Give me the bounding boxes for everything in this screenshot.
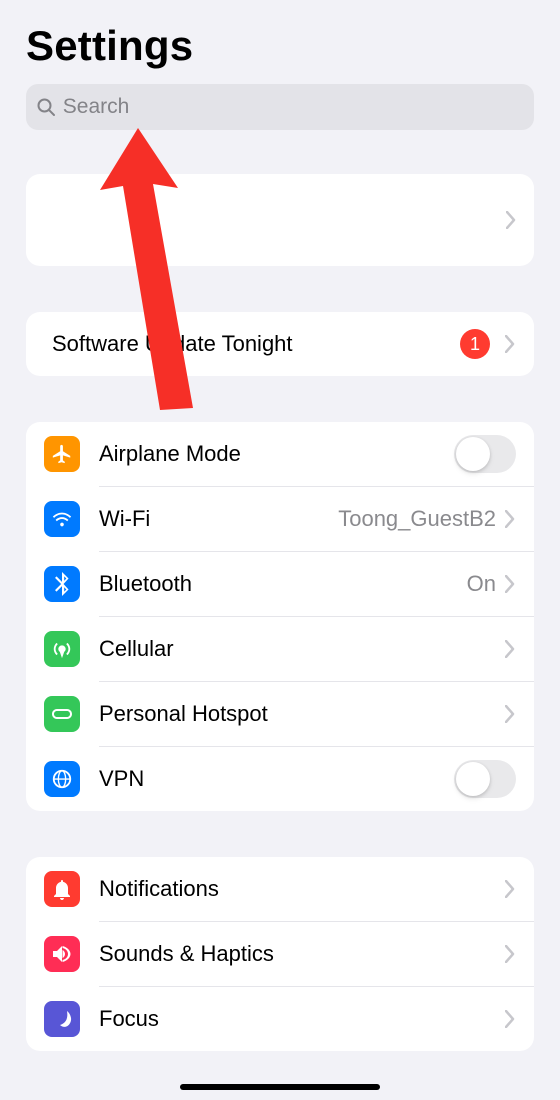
sounds-icon <box>44 936 80 972</box>
wifi-icon <box>44 501 80 537</box>
chevron-right-icon <box>504 509 516 529</box>
wifi-row[interactable]: Wi-Fi Toong_GuestB2 <box>26 487 534 551</box>
search-icon <box>36 96 57 118</box>
vpn-icon <box>44 761 80 797</box>
cellular-row[interactable]: Cellular <box>26 617 534 681</box>
chevron-right-icon <box>504 879 516 899</box>
bluetooth-icon <box>44 566 80 602</box>
focus-icon <box>44 1001 80 1037</box>
wifi-label: Wi-Fi <box>99 506 338 532</box>
notifications-label: Notifications <box>99 876 504 902</box>
airplane-icon <box>44 436 80 472</box>
airplane-label: Airplane Mode <box>99 441 454 467</box>
airplane-toggle[interactable] <box>454 435 516 473</box>
vpn-toggle[interactable] <box>454 760 516 798</box>
sounds-label: Sounds & Haptics <box>99 941 504 967</box>
hotspot-icon <box>44 696 80 732</box>
vpn-label: VPN <box>99 766 454 792</box>
focus-label: Focus <box>99 1006 504 1032</box>
notifications-icon <box>44 871 80 907</box>
software-update-label: Software Update Tonight <box>52 331 460 357</box>
cellular-label: Cellular <box>99 636 504 662</box>
wifi-detail: Toong_GuestB2 <box>338 506 496 532</box>
airplane-mode-row[interactable]: Airplane Mode <box>26 422 534 486</box>
chevron-right-icon <box>504 639 516 659</box>
bluetooth-label: Bluetooth <box>99 571 467 597</box>
page-title: Settings <box>0 0 560 78</box>
chevron-right-icon <box>504 704 516 724</box>
search-field[interactable] <box>26 84 534 130</box>
bluetooth-detail: On <box>467 571 496 597</box>
search-input[interactable] <box>63 95 524 119</box>
chevron-right-icon <box>504 334 516 354</box>
badge-count: 1 <box>460 329 490 359</box>
chevron-right-icon <box>506 211 516 229</box>
chevron-right-icon <box>504 944 516 964</box>
account-row[interactable] <box>26 174 534 266</box>
notifications-row[interactable]: Notifications <box>26 857 534 921</box>
software-update-row[interactable]: Software Update Tonight 1 <box>26 312 534 376</box>
sounds-row[interactable]: Sounds & Haptics <box>26 922 534 986</box>
focus-row[interactable]: Focus <box>26 987 534 1051</box>
hotspot-row[interactable]: Personal Hotspot <box>26 682 534 746</box>
home-indicator[interactable] <box>180 1084 380 1090</box>
chevron-right-icon <box>504 574 516 594</box>
cellular-icon <box>44 631 80 667</box>
vpn-row[interactable]: VPN <box>26 747 534 811</box>
chevron-right-icon <box>504 1009 516 1029</box>
bluetooth-row[interactable]: Bluetooth On <box>26 552 534 616</box>
hotspot-label: Personal Hotspot <box>99 701 504 727</box>
